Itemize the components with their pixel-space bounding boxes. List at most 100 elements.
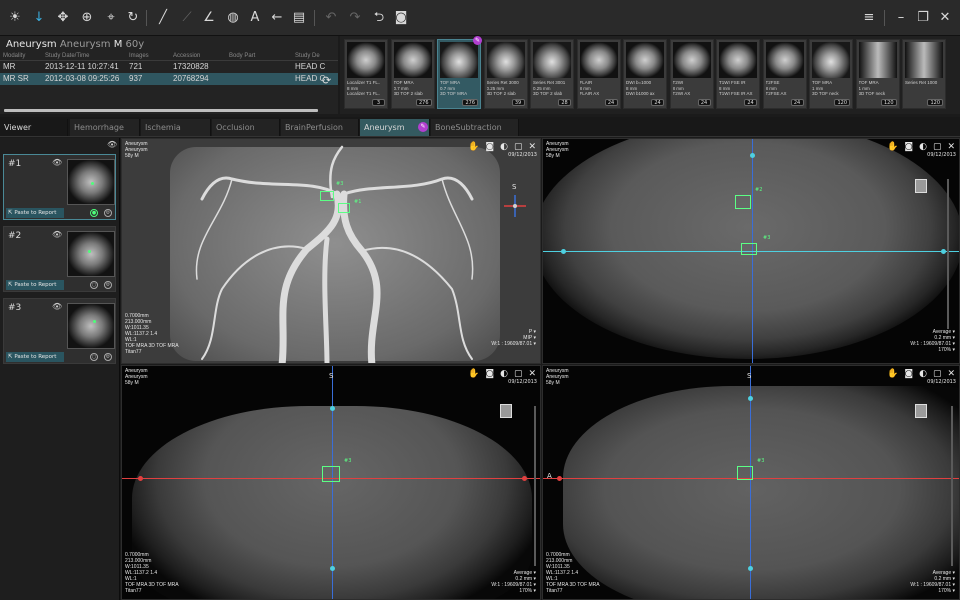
series-thumbnail[interactable]: Series Ret 3000 0.25 mm 3D TOF 2 slab 39 xyxy=(483,39,528,109)
crosshair-handle[interactable] xyxy=(748,566,753,571)
refresh-icon[interactable]: ⟳ xyxy=(322,74,331,87)
aneurysm-roi-box[interactable] xyxy=(320,191,334,201)
slice-scrollbar[interactable] xyxy=(947,179,949,329)
polyline-icon[interactable]: ⟋ xyxy=(178,9,196,27)
viewport-sagittal[interactable]: A S #3 Aneurysm Aneurysm 58y M ✋ ◙ ◐ ▢ ✕ 09/… xyxy=(542,365,960,600)
table-row[interactable]: MR 2013-12-11 10:27:41 721 17320828 HEAD… xyxy=(0,61,338,73)
crosshair-handle[interactable] xyxy=(941,249,946,254)
aneurysm-roi-box[interactable] xyxy=(338,203,350,213)
rotate-icon[interactable]: ↻ xyxy=(124,9,142,27)
crosshair-icon[interactable]: ⌖ xyxy=(102,9,120,27)
zoom-icon[interactable]: ⊕ xyxy=(78,9,96,27)
crosshair-handle[interactable] xyxy=(522,476,527,481)
close-icon[interactable]: ✕ xyxy=(528,142,536,152)
orientation-cube[interactable] xyxy=(915,179,927,193)
series-thumbnail[interactable]: Localizer T1 FL.. 8 mm Localizer T1 FL.. 3 xyxy=(344,39,388,109)
series-thumbnail[interactable]: TOF MRA 1 mm 3D TOF neck 120 xyxy=(809,39,853,109)
reset-icon[interactable]: ⮌ xyxy=(370,9,388,27)
brightness-icon[interactable]: ☀ xyxy=(6,9,24,27)
tab-ischemia[interactable]: Ischemia xyxy=(141,119,211,136)
series-thumbnail[interactable]: T1WI FSE IR 8 mm T1WI FSE IR AX 24 xyxy=(716,39,760,109)
hand-icon[interactable]: ✋ xyxy=(887,142,898,152)
probe-icon[interactable]: ↓ xyxy=(30,9,48,27)
tab-viewer[interactable]: Viewer xyxy=(0,119,68,136)
line-icon[interactable]: ╱ xyxy=(154,9,172,27)
viewport-vr[interactable]: #3 #1 S Aneurysm Aneurysm 58y M ✋ ◙ ◐ ▢ ✕ 09… xyxy=(121,138,541,364)
viewport-overlay-right[interactable]: P ▾ MIP ▾ W:1 : 19609/87.01 ▾ xyxy=(491,329,536,347)
arrow-icon[interactable]: ← xyxy=(268,9,286,27)
orientation-cube[interactable] xyxy=(915,404,927,418)
close-icon[interactable]: ✕ xyxy=(947,142,955,152)
redo-icon[interactable]: ↷ xyxy=(346,9,364,27)
study-list-scrollbar[interactable] xyxy=(4,109,318,112)
orientation-cube[interactable] xyxy=(500,404,512,418)
viewport-coronal[interactable]: S #3 Aneurysm Aneurysm 58y M ✋ ◙ ◐ ▢ ✕ 09/12… xyxy=(121,365,541,600)
tab-brainperfusion[interactable]: BrainPerfusion xyxy=(281,119,359,136)
camera-icon[interactable]: ◙ xyxy=(904,369,913,379)
paste-to-report-button[interactable]: ⇱ Paste to Report xyxy=(6,280,64,290)
crosshair-handle[interactable] xyxy=(750,153,755,158)
active-toggle-icon[interactable]: ● xyxy=(90,209,98,217)
close-icon[interactable]: ✕ xyxy=(936,9,954,27)
crosshair-handle[interactable] xyxy=(557,476,562,481)
series-thumbnail[interactable]: T2FSE 8 mm T2FSE AX 24 xyxy=(762,39,807,109)
maximize-icon[interactable]: ▢ xyxy=(933,369,942,379)
crosshair-vertical[interactable] xyxy=(332,366,333,599)
contrast-icon[interactable]: ◐ xyxy=(919,142,927,152)
aneurysm-roi-box[interactable] xyxy=(737,466,753,480)
screenshot-icon[interactable]: ◙ xyxy=(392,9,410,27)
series-thumbnail[interactable]: T2WI 8 mm T2WI AX 24 xyxy=(669,39,714,109)
series-thumbnail[interactable]: TOF MRA 0.7 mm 3D TOF 2 slab 276 xyxy=(390,39,435,109)
eye-icon[interactable]: 👁 xyxy=(52,158,62,167)
angle-icon[interactable]: ∠ xyxy=(200,9,218,27)
finding-card[interactable]: #1 👁 ⇱ Paste to Report ● ⚙ xyxy=(3,154,116,220)
slice-scrollbar[interactable] xyxy=(951,406,953,566)
series-thumbnail[interactable]: Series Ret 3001 0.25 mm 3D TOF 2 slab 28 xyxy=(530,39,574,109)
camera-icon[interactable]: ◙ xyxy=(904,142,913,152)
column-header[interactable]: Study De xyxy=(292,52,338,61)
camera-icon[interactable]: ◙ xyxy=(485,369,494,379)
column-header[interactable]: Study Date/Time xyxy=(42,52,126,61)
crosshair-handle[interactable] xyxy=(330,406,335,411)
camera-icon[interactable]: ◙ xyxy=(485,142,494,152)
orientation-widget[interactable] xyxy=(502,193,528,219)
pin-icon[interactable]: ✎ xyxy=(418,122,428,132)
series-thumbnail[interactable]: DWI b=1000 8 mm DWI b1000 ax 24 xyxy=(623,39,667,109)
tab-occlusion[interactable]: Occlusion xyxy=(212,119,280,136)
contrast-icon[interactable]: ◐ xyxy=(500,142,508,152)
maximize-icon[interactable]: ▢ xyxy=(514,369,523,379)
finding-card[interactable]: #3 👁 ⇱ Paste to Report ○ ⚙ xyxy=(3,298,116,364)
tab-bonesubtraction[interactable]: BoneSubtraction xyxy=(431,119,519,136)
crosshair-handle[interactable] xyxy=(330,566,335,571)
report-icon[interactable]: ▤ xyxy=(290,9,308,27)
hand-icon[interactable]: ✋ xyxy=(887,369,898,379)
eye-icon[interactable]: 👁 xyxy=(52,302,62,311)
paste-to-report-button[interactable]: ⇱ Paste to Report xyxy=(6,352,64,362)
viewport-axial[interactable]: #2 #3 Aneurysm Aneurysm 58y M ✋ ◙ ◐ ▢ ✕ 09/1… xyxy=(542,138,960,364)
column-header[interactable]: Body Part xyxy=(226,52,292,61)
aneurysm-roi-box[interactable] xyxy=(735,195,751,209)
restore-icon[interactable]: ❐ xyxy=(914,9,932,27)
table-row-selected[interactable]: MR SR 2012-03-08 09:25:26 937 20768294 H… xyxy=(0,72,338,85)
viewport-overlay-right[interactable]: Average ▾ 0.2 mm ▾ W:1 : 19609/87.01 ▾ 1… xyxy=(910,570,955,594)
column-header[interactable]: Images xyxy=(126,52,170,61)
column-header[interactable]: Modality xyxy=(0,52,42,61)
series-thumbnail[interactable]: FLAIR 8 mm FLAIR AX 24 xyxy=(576,39,621,109)
eye-icon[interactable]: 👁 xyxy=(107,140,117,149)
series-thumbnail[interactable]: TOF MRA 1 mm 3D TOF neck 120 xyxy=(855,39,900,109)
series-thumbnail[interactable]: TOF MRA 0.7 mm 3D TOF MRA 276 xyxy=(437,39,481,109)
menu-icon[interactable]: ≡ xyxy=(860,9,878,27)
settings-icon[interactable]: ⚙ xyxy=(104,209,112,217)
finding-card[interactable]: #2 👁 ⇱ Paste to Report ○ ⚙ xyxy=(3,226,116,292)
hand-icon[interactable]: ✋ xyxy=(468,369,479,379)
text-icon[interactable]: A xyxy=(246,9,264,27)
settings-icon[interactable]: ⚙ xyxy=(104,353,112,361)
series-thumbnail[interactable]: Series Ret 1000 120 xyxy=(902,39,946,109)
active-toggle-icon[interactable]: ○ xyxy=(90,353,98,361)
pan-icon[interactable]: ✥ xyxy=(54,9,72,27)
minimize-icon[interactable]: – xyxy=(892,9,910,27)
contrast-icon[interactable]: ◐ xyxy=(500,369,508,379)
circle-icon[interactable]: ◍ xyxy=(224,9,242,27)
hand-icon[interactable]: ✋ xyxy=(468,142,479,152)
settings-icon[interactable]: ⚙ xyxy=(104,281,112,289)
